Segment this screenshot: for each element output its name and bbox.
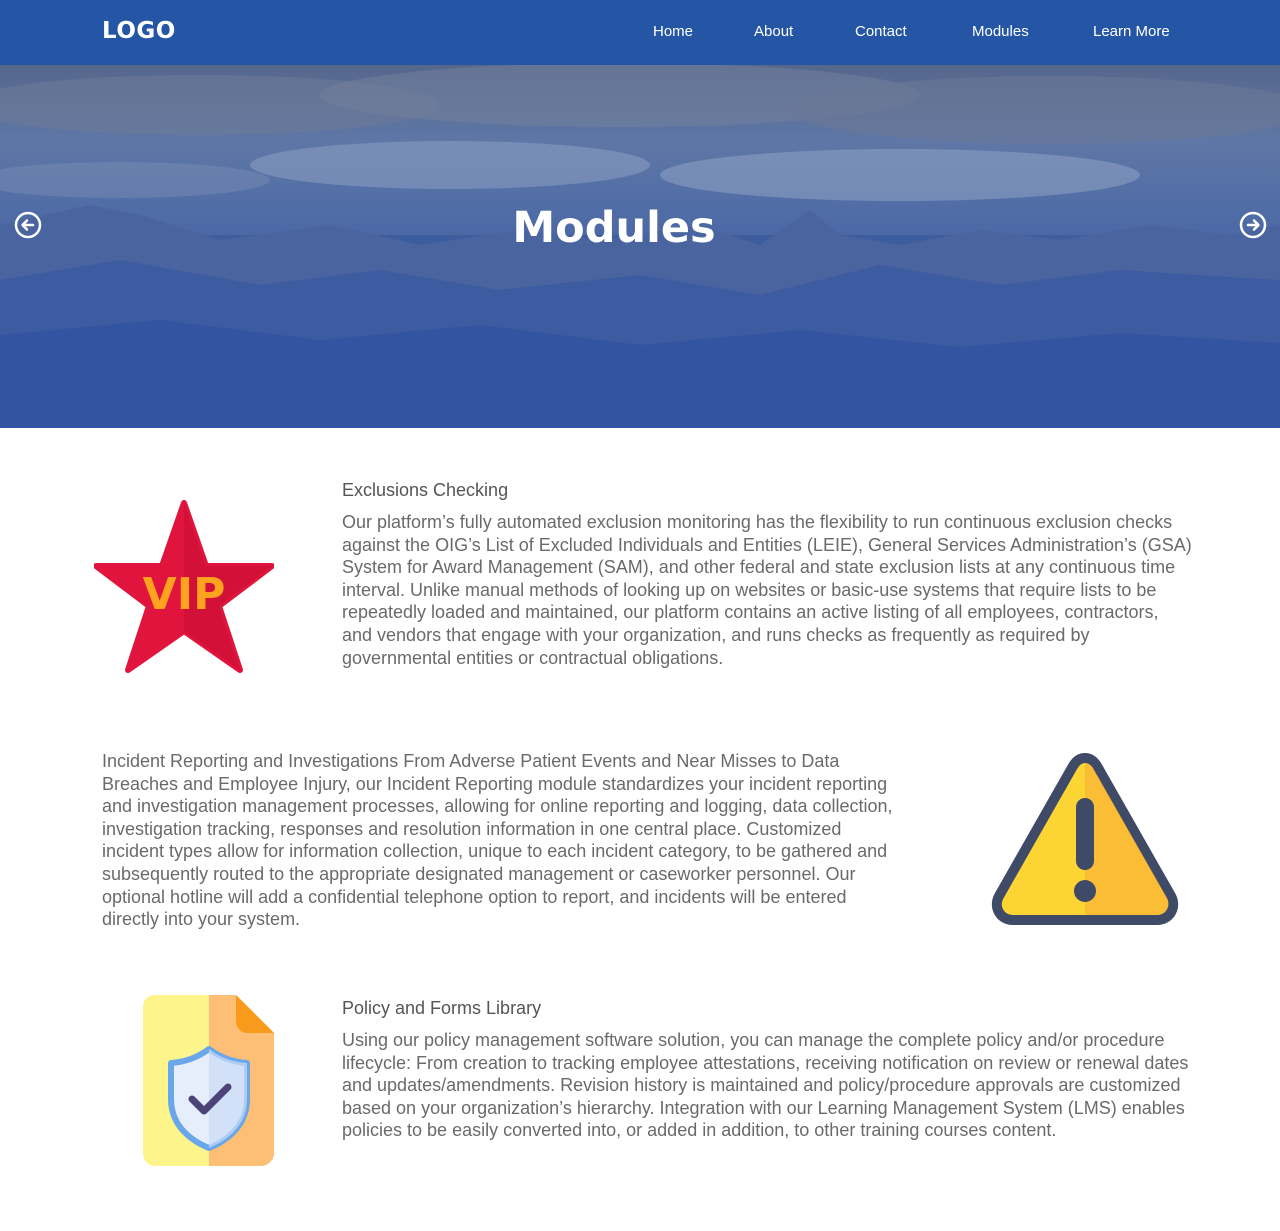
hero-banner: Modules <box>0 65 1280 428</box>
next-slide-button[interactable] <box>1239 211 1267 239</box>
section-title-policy-library: Policy and Forms Library <box>342 998 542 1018</box>
arrow-left-circle-icon <box>14 211 42 239</box>
vip-label: VIP <box>143 569 226 620</box>
arrow-right-circle-icon <box>1239 211 1267 239</box>
section-body-incident-reporting: Incident Reporting and Investigations Fr… <box>102 751 893 930</box>
prev-slide-button[interactable] <box>14 211 42 239</box>
logo[interactable]: LOGO <box>102 18 176 44</box>
nav-link-about[interactable]: About <box>754 23 793 40</box>
nav-link-home[interactable]: Home <box>653 23 693 40</box>
nav-link-contact[interactable]: Contact <box>855 23 907 40</box>
section-body-exclusions: Our platform’s fully automated exclusion… <box>342 512 1192 668</box>
warning-icon <box>991 753 1179 925</box>
section-title-exclusions: Exclusions Checking <box>342 480 509 500</box>
nav-link-learn-more[interactable]: Learn More <box>1093 23 1170 40</box>
hero-title: Modules <box>512 203 716 253</box>
section-body-policy-library: Using our policy management software sol… <box>342 1030 1189 1141</box>
nav-link-modules[interactable]: Modules <box>972 23 1029 40</box>
vip-star-icon: VIP <box>94 500 274 673</box>
top-navbar: LOGO Home About Contact Modules Learn Mo… <box>0 0 1280 65</box>
policy-document-shield-icon <box>143 995 274 1166</box>
